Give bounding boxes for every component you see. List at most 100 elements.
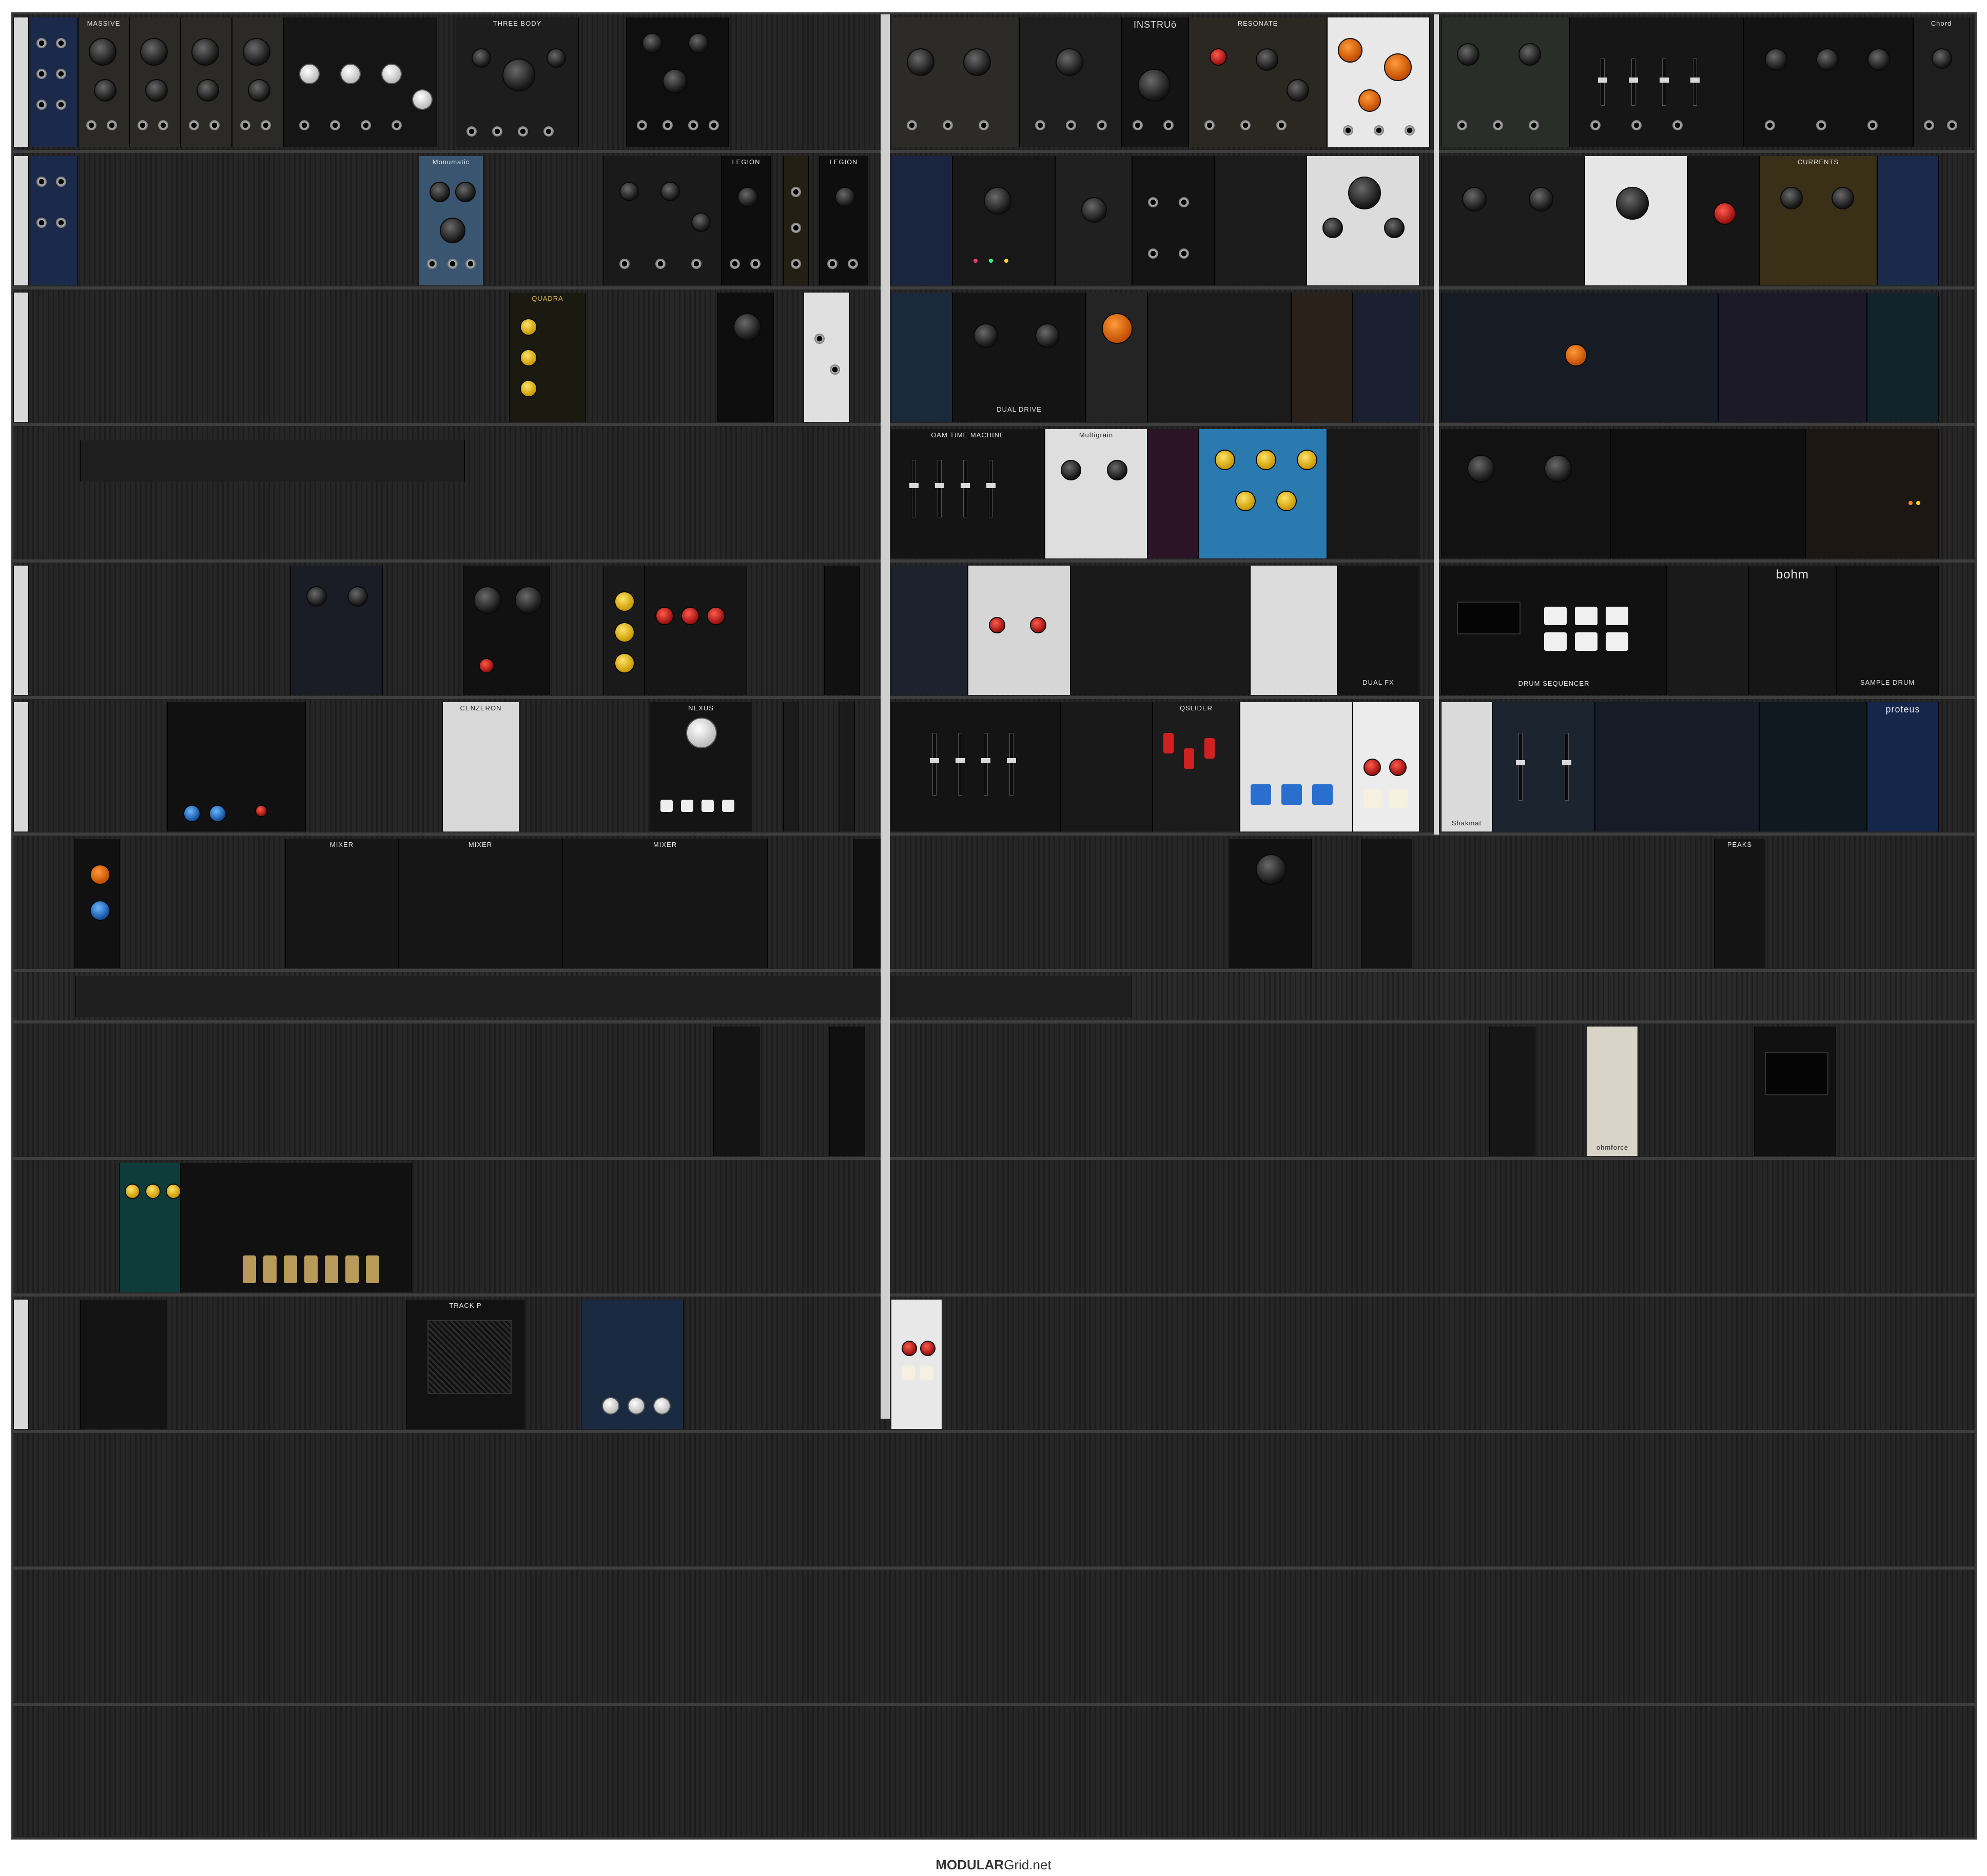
fader[interactable]	[1690, 59, 1700, 106]
knob[interactable]	[166, 1184, 180, 1199]
fader[interactable]	[1598, 59, 1607, 106]
module-quadra[interactable]: QUADRA	[509, 293, 586, 422]
module-r2c-3[interactable]	[1055, 156, 1132, 285]
jack[interactable]	[1066, 120, 1076, 130]
jack[interactable]	[1529, 120, 1539, 130]
module-dual-fx[interactable]: DUAL FX	[1337, 566, 1419, 695]
step-button[interactable]	[681, 800, 693, 812]
module-r9r-1[interactable]	[1754, 1027, 1836, 1156]
module-r2c-5[interactable]	[1214, 156, 1307, 285]
module-currents[interactable]: CURRENTS	[1759, 156, 1877, 285]
module-r6r-2[interactable]	[1595, 702, 1759, 831]
jack[interactable]	[1343, 125, 1353, 136]
module-cenzeron[interactable]: CENZERON	[442, 702, 519, 831]
jack[interactable]	[392, 120, 402, 130]
knob[interactable]	[614, 591, 635, 612]
module-monumatic[interactable]: Monumatic	[419, 156, 483, 285]
knob[interactable]	[1462, 187, 1487, 211]
module-wavetable-osc-r1[interactable]	[283, 17, 437, 147]
fader[interactable]	[909, 460, 919, 517]
step-key[interactable]	[243, 1255, 256, 1283]
knob[interactable]	[1138, 69, 1171, 102]
module-massive-1[interactable]: MASSIVE	[78, 17, 129, 147]
module-nexus[interactable]: NEXUS	[650, 702, 752, 831]
module-r9-2[interactable]	[829, 1027, 865, 1156]
knob[interactable]	[455, 182, 476, 202]
knob[interactable]	[1056, 48, 1083, 76]
knob[interactable]	[1816, 48, 1839, 71]
pad-button[interactable]	[1363, 789, 1382, 808]
module-r1r-1[interactable]	[1441, 17, 1569, 147]
module-track-p[interactable]: TRACK P	[406, 1300, 524, 1429]
knob[interactable]	[1363, 759, 1381, 776]
knob[interactable]	[1102, 313, 1133, 344]
knob[interactable]	[1210, 48, 1227, 66]
footer-brand[interactable]: MODULARGrid.net	[0, 1857, 1987, 1873]
knob[interactable]	[140, 38, 168, 66]
module-shakmat[interactable]: Shakmat	[1441, 702, 1492, 831]
power-strip-row-3[interactable]	[13, 293, 29, 422]
knob[interactable]	[1544, 455, 1572, 482]
module-r3r-3[interactable]	[1867, 293, 1939, 422]
jack[interactable]	[492, 126, 502, 137]
knob[interactable]	[653, 1397, 671, 1415]
knob[interactable]	[209, 805, 226, 822]
jack[interactable]	[709, 120, 719, 130]
module-r6c-2[interactable]	[1060, 702, 1153, 831]
jack[interactable]	[907, 120, 917, 130]
jack[interactable]	[1405, 125, 1415, 136]
knob[interactable]	[191, 38, 219, 66]
knob[interactable]	[1107, 460, 1127, 480]
fader[interactable]	[1562, 733, 1571, 801]
jack[interactable]	[1163, 120, 1174, 130]
jack[interactable]	[791, 223, 801, 233]
jack[interactable]	[36, 100, 47, 110]
fader[interactable]	[1660, 59, 1669, 106]
fader[interactable]	[930, 733, 939, 796]
jack[interactable]	[1133, 120, 1143, 130]
module-white-r2r[interactable]	[1585, 156, 1687, 285]
module-r1c-1[interactable]	[891, 17, 1019, 147]
module-drum-sequencer[interactable]: DRUM SEQUENCER	[1441, 566, 1667, 695]
fader[interactable]	[961, 460, 970, 517]
knob[interactable]	[340, 64, 361, 84]
pad-button[interactable]	[1606, 607, 1628, 625]
module-r3c-5[interactable]	[1291, 293, 1353, 422]
module-black-osc-r1[interactable]	[626, 17, 729, 147]
knob[interactable]	[686, 718, 717, 748]
knob[interactable]	[1780, 187, 1803, 209]
module-oam-time-machine[interactable]: OAM TIME MACHINE	[891, 429, 1045, 558]
knob[interactable]	[663, 69, 687, 93]
jack[interactable]	[56, 38, 66, 48]
module-three-body[interactable]: THREE BODY	[456, 17, 579, 147]
jack[interactable]	[36, 177, 47, 187]
pad-button[interactable]	[1606, 632, 1628, 651]
module-r5-yellow[interactable]	[603, 566, 645, 695]
knob[interactable]	[90, 900, 110, 921]
module-r10-seq[interactable]	[181, 1163, 412, 1292]
jack[interactable]	[56, 218, 66, 228]
knob[interactable]	[255, 805, 267, 817]
knob[interactable]	[1616, 187, 1649, 220]
module-1u-r4[interactable]	[80, 440, 465, 481]
step-key[interactable]	[366, 1255, 379, 1283]
jack[interactable]	[189, 120, 199, 130]
knob[interactable]	[430, 182, 450, 202]
knob[interactable]	[520, 349, 537, 366]
module-r4c-1[interactable]	[1147, 429, 1199, 558]
module-r3c-3[interactable]	[1086, 293, 1147, 422]
knob[interactable]	[1457, 43, 1479, 66]
knob[interactable]	[440, 218, 465, 243]
jack[interactable]	[107, 120, 117, 130]
module-r1r-2[interactable]	[1569, 17, 1744, 147]
module-r2c-4[interactable]	[1132, 156, 1214, 285]
jack[interactable]	[1374, 125, 1384, 136]
module-r4r-2[interactable]	[1610, 429, 1805, 558]
knob[interactable]	[1276, 491, 1297, 511]
pad-button[interactable]	[1575, 632, 1598, 651]
power-strip-row-6[interactable]	[13, 702, 29, 831]
module-r6c-1[interactable]	[891, 702, 1060, 831]
knob[interactable]	[902, 1341, 917, 1356]
module-massive-2[interactable]	[129, 17, 181, 147]
module-proteus[interactable]: proteus	[1867, 702, 1939, 831]
